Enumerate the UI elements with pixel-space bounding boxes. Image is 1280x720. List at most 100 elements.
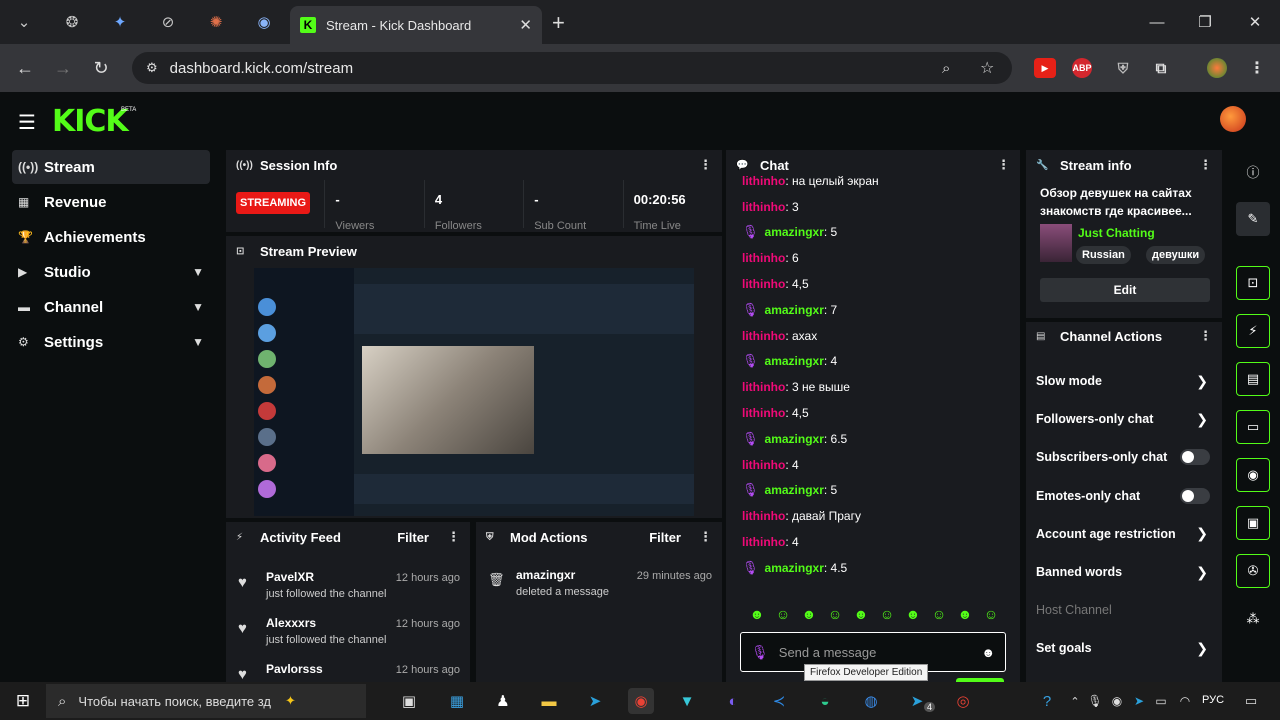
site-info-icon[interactable]: ⚙ bbox=[146, 60, 158, 76]
stream-preview-video[interactable] bbox=[254, 268, 694, 516]
address-bar[interactable]: ⚙ dashboard.kick.com/stream ⌕ ☆ bbox=[132, 52, 1012, 84]
chat-input[interactable] bbox=[778, 644, 982, 660]
chat-username[interactable]: lithinho bbox=[742, 251, 785, 265]
emote-icon[interactable]: ☻ bbox=[796, 606, 822, 622]
hamburger-menu-icon[interactable]: ☰ bbox=[18, 110, 36, 135]
close-tab-icon[interactable]: ✕ bbox=[519, 16, 532, 34]
sidebar-item-stream[interactable]: ((•)) Stream bbox=[12, 150, 210, 184]
more-icon[interactable]: ⋮ bbox=[447, 529, 460, 545]
emote-icon[interactable]: ☺ bbox=[978, 606, 1004, 622]
vtube-icon[interactable]: ▼ bbox=[674, 688, 700, 714]
chat-icon[interactable]: ▭ bbox=[1236, 410, 1270, 444]
profile-icon[interactable] bbox=[1207, 58, 1227, 78]
back-icon[interactable]: ← bbox=[6, 44, 44, 92]
chat-username[interactable]: lithinho bbox=[742, 458, 785, 472]
pencil-icon[interactable]: ✎ bbox=[1236, 202, 1270, 236]
chat-username[interactable]: lithinho bbox=[742, 329, 785, 343]
zoom-icon[interactable]: ⌕ bbox=[942, 60, 950, 77]
calculator-icon[interactable]: ▦ bbox=[444, 688, 470, 714]
followers-only-item[interactable]: Followers-only chat ❯ bbox=[1026, 400, 1222, 438]
info-icon[interactable]: ⓘ bbox=[1236, 154, 1270, 188]
telegram-icon[interactable]: ➤ bbox=[582, 688, 608, 714]
more-icon[interactable]: ⋮ bbox=[699, 529, 712, 545]
wrench-icon[interactable]: ✇ bbox=[1236, 554, 1270, 588]
tab-list-icon[interactable]: ⌄ bbox=[0, 0, 48, 44]
tray-display-icon[interactable]: ▭ bbox=[1148, 688, 1174, 714]
file-explorer-icon[interactable]: ▬ bbox=[536, 688, 562, 714]
tab-claude-icon[interactable]: ✺ bbox=[192, 0, 240, 44]
vscode-icon[interactable]: ≺ bbox=[766, 688, 792, 714]
chat-username[interactable]: amazingxr bbox=[765, 432, 824, 446]
tab-gemini-icon[interactable]: ✦ bbox=[96, 0, 144, 44]
tab-kick-dashboard[interactable]: K Stream - Kick Dashboard ✕ bbox=[290, 6, 542, 44]
emote-icon[interactable]: ☺ bbox=[926, 606, 952, 622]
tab-check-icon[interactable]: ◉ bbox=[240, 0, 288, 44]
emote-icon[interactable]: ☻ bbox=[848, 606, 874, 622]
browser-menu-icon[interactable]: ⋮ bbox=[1246, 58, 1268, 78]
channel-icon[interactable]: ▣ bbox=[1236, 506, 1270, 540]
emote-icon[interactable]: ☻ bbox=[900, 606, 926, 622]
terminal-icon[interactable]: ▣ bbox=[396, 688, 422, 714]
bookmark-star-icon[interactable]: ☆ bbox=[980, 58, 994, 78]
tab-perplexity-icon[interactable]: ⊘ bbox=[144, 0, 192, 44]
more-icon[interactable]: ⋮ bbox=[1199, 328, 1212, 344]
share-icon[interactable]: ⁂ bbox=[1236, 602, 1270, 636]
youtube-ext-icon[interactable]: ▶ bbox=[1034, 58, 1056, 78]
sidebar-item-revenue[interactable]: ▦ Revenue bbox=[12, 185, 210, 219]
extensions-icon[interactable]: ⧉ bbox=[1150, 58, 1172, 78]
more-icon[interactable]: ⋮ bbox=[1199, 157, 1212, 173]
emote-icon[interactable]: ☻ bbox=[744, 606, 770, 622]
kick-logo[interactable]: KICK bbox=[52, 104, 129, 139]
sidebar-item-channel[interactable]: ▬ Channel ▼ bbox=[12, 290, 210, 324]
slow-mode-item[interactable]: Slow mode ❯ bbox=[1026, 362, 1222, 400]
chat-username[interactable]: lithinho bbox=[742, 535, 785, 549]
chat-username[interactable]: amazingxr bbox=[765, 225, 824, 239]
reload-icon[interactable]: ↻ bbox=[82, 44, 120, 92]
mod-filter-button[interactable]: Filter bbox=[649, 530, 681, 545]
language-indicator[interactable]: РУС bbox=[1202, 694, 1224, 706]
edit-button[interactable]: Edit bbox=[1040, 278, 1210, 302]
chat-username[interactable]: lithinho bbox=[742, 200, 785, 214]
emote-icon[interactable]: ☺ bbox=[874, 606, 900, 622]
chat-username[interactable]: lithinho bbox=[742, 406, 785, 420]
account-age-item[interactable]: Account age restriction ❯ bbox=[1026, 515, 1222, 553]
emoji-picker-icon[interactable]: ☻ bbox=[981, 645, 995, 660]
category-name[interactable]: Just Chatting bbox=[1078, 226, 1155, 240]
sidebar-item-achievements[interactable]: 🏆 Achievements bbox=[12, 220, 210, 254]
bolt-icon[interactable]: ⚡ bbox=[1236, 314, 1270, 348]
chat-username[interactable]: amazingxr bbox=[765, 483, 824, 497]
forward-icon[interactable]: → bbox=[44, 44, 82, 92]
sidebar-item-settings[interactable]: ⚙ Settings ▼ bbox=[12, 325, 210, 359]
banned-words-item[interactable]: Banned words ❯ bbox=[1026, 553, 1222, 591]
edge-icon[interactable]: ◒ bbox=[812, 688, 838, 714]
chat-username[interactable]: lithinho bbox=[742, 380, 785, 394]
minimize-icon[interactable]: — bbox=[1132, 0, 1182, 44]
obs-icon[interactable]: ◎ bbox=[950, 688, 976, 714]
set-goals-item[interactable]: Set goals ❯ bbox=[1026, 629, 1222, 667]
broadcast-icon[interactable]: ◉ bbox=[1236, 458, 1270, 492]
firefox-dev-icon[interactable]: ◍ bbox=[858, 688, 884, 714]
new-tab-button[interactable]: + bbox=[552, 10, 565, 36]
chat-username[interactable]: lithinho bbox=[742, 174, 785, 188]
adblock-ext-icon[interactable]: ABP bbox=[1072, 58, 1092, 78]
sidebar-item-studio[interactable]: ▶ Studio ▼ bbox=[12, 255, 210, 289]
shield-ext-icon[interactable]: ⛨ bbox=[1112, 58, 1134, 78]
penguin-app-icon[interactable]: ♟ bbox=[490, 688, 516, 714]
tab-chatgpt-icon[interactable]: ❂ bbox=[48, 0, 96, 44]
restore-icon[interactable]: ❐ bbox=[1180, 0, 1230, 44]
emote-icon[interactable]: ☻ bbox=[952, 606, 978, 622]
more-icon[interactable]: ⋮ bbox=[699, 157, 712, 173]
chat-username[interactable]: amazingxr bbox=[765, 303, 824, 317]
close-window-icon[interactable]: ✕ bbox=[1230, 0, 1280, 44]
subscribers-only-toggle[interactable] bbox=[1180, 449, 1210, 466]
firefox-icon[interactable]: ◐ bbox=[720, 688, 746, 714]
chat-username[interactable]: lithinho bbox=[742, 277, 785, 291]
document-icon[interactable]: ▤ bbox=[1236, 362, 1270, 396]
camera-icon[interactable]: ⊡ bbox=[1236, 266, 1270, 300]
notifications-icon[interactable]: ▭ bbox=[1238, 688, 1264, 714]
emote-icon[interactable]: ☺ bbox=[822, 606, 848, 622]
more-icon[interactable]: ⋮ bbox=[997, 157, 1010, 173]
emote-icon[interactable]: ☺ bbox=[770, 606, 796, 622]
windows-start-icon[interactable]: ⊞ bbox=[10, 688, 36, 714]
chat-username[interactable]: lithinho bbox=[742, 509, 785, 523]
